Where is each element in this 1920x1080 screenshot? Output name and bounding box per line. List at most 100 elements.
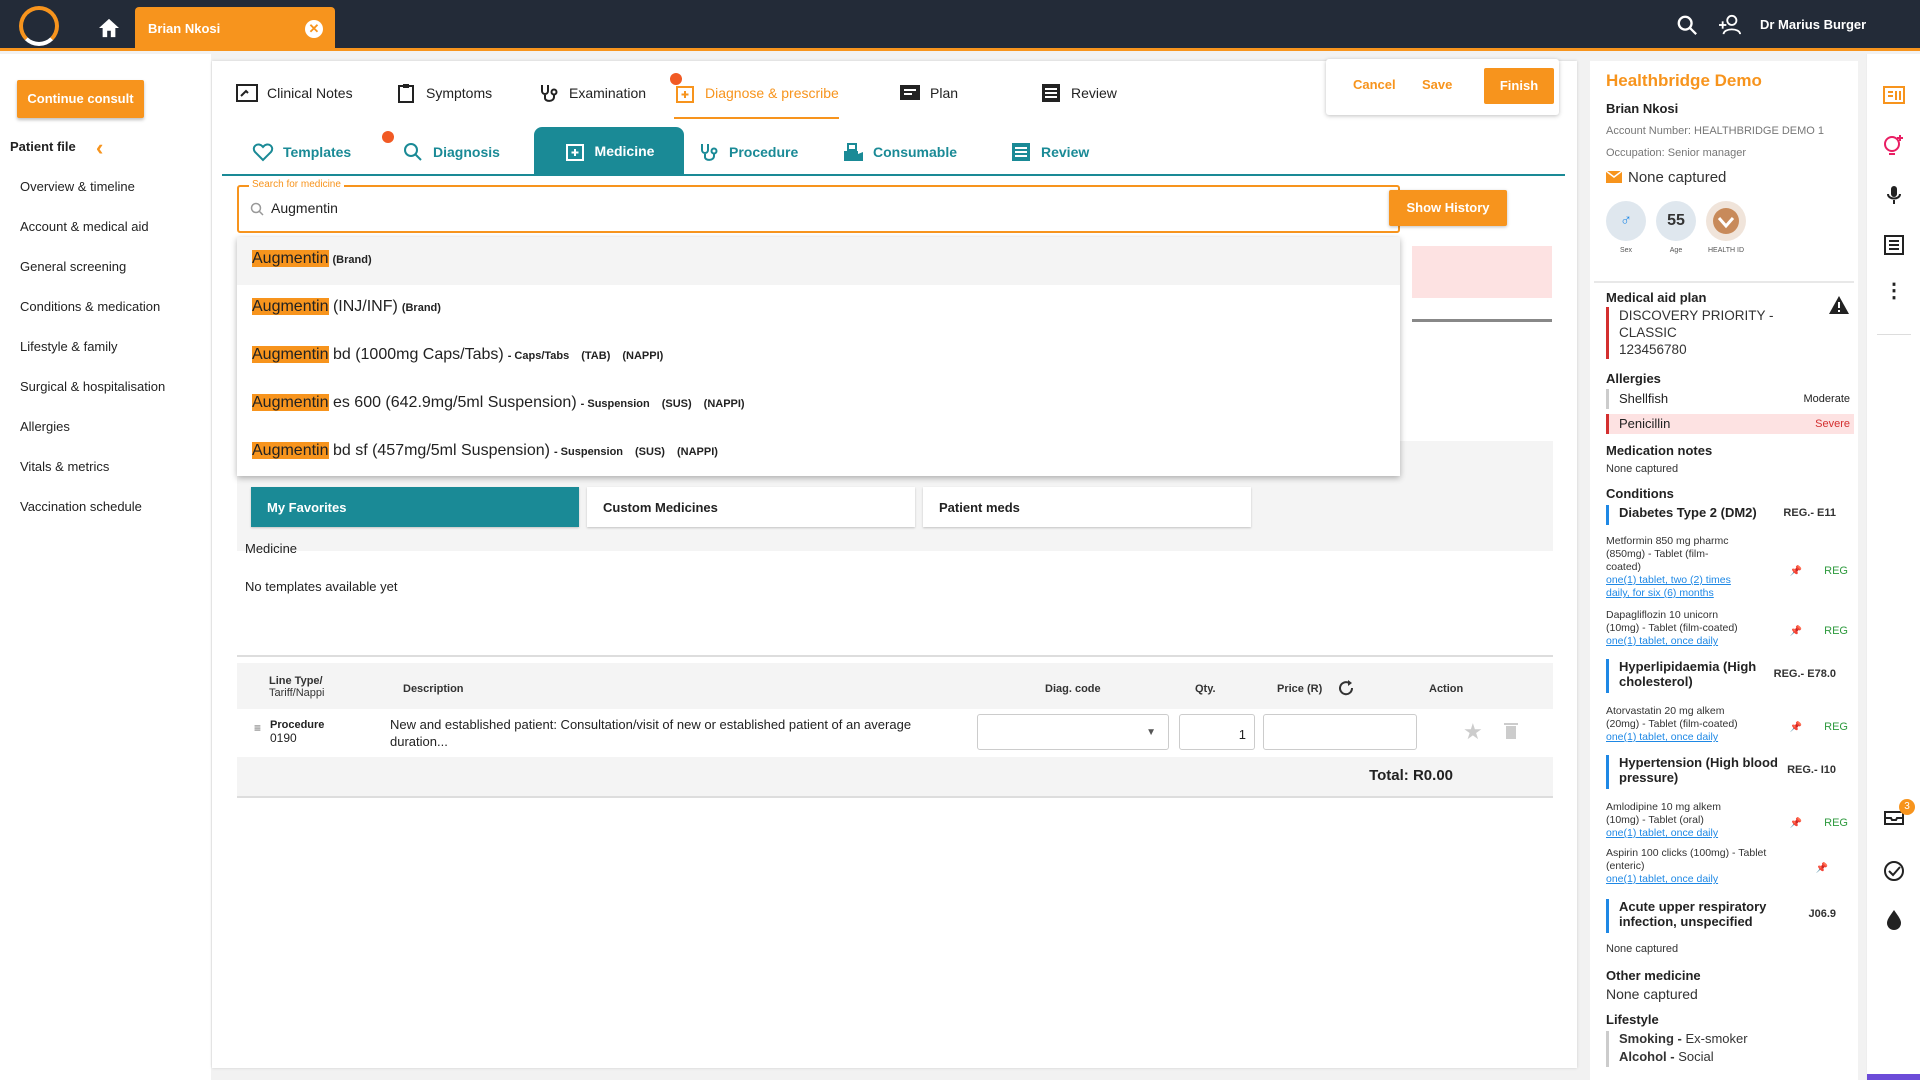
home-icon[interactable] xyxy=(98,18,120,38)
suggestion-item[interactable]: Augmentin (INJ/INF) (Brand) xyxy=(237,285,1400,333)
insights-icon[interactable] xyxy=(1883,134,1905,156)
empty-message: No templates available yet xyxy=(245,579,398,594)
search-icon[interactable] xyxy=(1676,14,1698,36)
finish-button[interactable]: Finish xyxy=(1484,68,1554,104)
suggestion-item[interactable]: Augmentin es 600 (642.9mg/5ml Suspension… xyxy=(237,381,1400,429)
tab-my-favorites[interactable]: My Favorites xyxy=(251,487,579,527)
tab-label: Templates xyxy=(283,144,352,160)
tab-templates[interactable]: Templates xyxy=(252,142,351,162)
tab-diagnose-prescribe[interactable]: Diagnose & prescribe xyxy=(674,83,839,119)
reg-badge: REG xyxy=(1824,721,1848,733)
medication-item: Atorvastatin 20 mg alkem (20mg) - Tablet … xyxy=(1606,705,1738,743)
pin-icon[interactable]: 📌 xyxy=(1790,818,1802,829)
sidebar-item-surgical[interactable]: Surgical & hospitalisation xyxy=(20,379,165,394)
medicine-search-field[interactable]: Search for medicine xyxy=(237,179,1400,233)
suggestion-item[interactable]: Augmentin bd sf (457mg/5ml Suspension) - … xyxy=(237,429,1400,477)
chevron-down-icon: ▼ xyxy=(1146,727,1156,738)
plan-icon xyxy=(900,85,920,100)
patient-card-icon[interactable] xyxy=(1883,84,1905,106)
collapse-chevron-icon[interactable]: ‹ xyxy=(96,135,103,161)
med-notes-title: Medication notes xyxy=(1606,443,1713,458)
favorites-list: Medicine No templates available yet xyxy=(237,541,1553,657)
tab-symptoms[interactable]: Symptoms xyxy=(395,83,492,103)
medication-item: Amlodipine 10 mg alkem (10mg) - Tablet (o… xyxy=(1606,801,1721,839)
show-history-button[interactable]: Show History xyxy=(1389,190,1507,226)
search-icon xyxy=(250,202,264,216)
price-input[interactable] xyxy=(1263,714,1417,750)
sidebar-item-vaccination[interactable]: Vaccination schedule xyxy=(20,499,142,514)
diag-code-select[interactable]: ▼ xyxy=(977,714,1169,750)
other-medicine-value: None captured xyxy=(1606,986,1698,1002)
warning-icon[interactable] xyxy=(1828,295,1850,315)
conditions-title: Conditions xyxy=(1606,486,1674,501)
medicine-search-input[interactable] xyxy=(271,200,1171,216)
sidebar-item-allergies[interactable]: Allergies xyxy=(20,419,70,434)
drag-handle-icon[interactable]: ≡ xyxy=(254,721,261,735)
refresh-icon[interactable] xyxy=(1337,679,1355,697)
tab-patient-meds[interactable]: Patient meds xyxy=(923,487,1251,527)
tab-consumable[interactable]: Consumable xyxy=(842,142,957,162)
sidebar-item-account[interactable]: Account & medical aid xyxy=(20,219,149,234)
save-button[interactable]: Save xyxy=(1422,77,1452,92)
patient-tab[interactable]: Brian Nkosi ✕ xyxy=(135,7,335,51)
pin-icon[interactable]: 📌 xyxy=(1816,863,1828,874)
tab-procedure[interactable]: Procedure xyxy=(698,142,798,162)
medication-item: Dapagliflozin 10 unicorn (10mg) - Tablet … xyxy=(1606,609,1738,647)
sidebar-item-lifestyle[interactable]: Lifestyle & family xyxy=(20,339,118,354)
tab-diagnosis[interactable]: Diagnosis xyxy=(402,142,500,162)
medical-aid-bar xyxy=(1606,307,1609,359)
tab-custom-medicines[interactable]: Custom Medicines xyxy=(587,487,915,527)
practice-name: Healthbridge Demo xyxy=(1606,71,1762,90)
pin-icon[interactable]: 📌 xyxy=(1790,566,1802,577)
star-icon[interactable]: ★ xyxy=(1463,719,1483,745)
col-diag-code: Diag. code xyxy=(1045,683,1101,695)
condition-item: Hyperlipidaemia (High cholesterol) REG.- … xyxy=(1606,659,1846,693)
divider xyxy=(1877,334,1911,335)
quantity-input[interactable]: 1 xyxy=(1179,714,1255,750)
patient-summary-panel: Healthbridge Demo Brian Nkosi Account Nu… xyxy=(1590,61,1858,1080)
help-button[interactable] xyxy=(1867,1074,1920,1080)
top-bar: Brian Nkosi ✕ Dr Marius Burger xyxy=(0,0,1920,51)
tab-subreview[interactable]: Review xyxy=(1010,142,1089,162)
list-icon xyxy=(1042,84,1060,102)
tab-examination[interactable]: Examination xyxy=(538,83,646,103)
suggestion-item[interactable]: Augmentin bd (1000mg Caps/Tabs) - Caps/Ta… xyxy=(237,333,1400,381)
health-id-icon[interactable] xyxy=(1706,201,1746,241)
list-icon xyxy=(1012,143,1030,161)
continue-consult-button[interactable]: Continue consult xyxy=(17,80,144,118)
sidebar-item-overview[interactable]: Overview & timeline xyxy=(20,179,135,194)
medicine-bag-icon xyxy=(676,86,694,103)
app-logo[interactable] xyxy=(19,6,59,46)
trash-icon[interactable] xyxy=(1504,722,1518,740)
clipboard-icon xyxy=(398,84,414,103)
sidebar-item-vitals[interactable]: Vitals & metrics xyxy=(20,459,109,474)
tab-clinical-notes[interactable]: Clinical Notes xyxy=(236,83,353,103)
suggestion-item[interactable]: Augmentin (Brand) xyxy=(237,237,1400,285)
tab-label: Symptoms xyxy=(426,85,493,101)
sidebar-item-screening[interactable]: General screening xyxy=(20,259,126,274)
cancel-button[interactable]: Cancel xyxy=(1353,77,1396,92)
tab-medicine[interactable]: Medicine xyxy=(534,127,684,174)
list-icon[interactable] xyxy=(1883,234,1905,256)
microphone-icon[interactable] xyxy=(1883,184,1905,206)
reg-badge: REG xyxy=(1824,817,1848,829)
patient-tab-label: Brian Nkosi xyxy=(148,21,221,36)
more-options-icon[interactable]: ⋮ xyxy=(1883,280,1905,302)
sidebar-item-conditions[interactable]: Conditions & medication xyxy=(20,299,160,314)
tab-plan[interactable]: Plan xyxy=(899,83,958,103)
drop-icon[interactable] xyxy=(1883,908,1905,930)
table-row: ≡ Procedure 0190 New and established pati… xyxy=(237,709,1553,757)
pin-icon[interactable]: 📌 xyxy=(1790,722,1802,733)
user-name[interactable]: Dr Marius Burger xyxy=(1760,17,1866,32)
tab-review[interactable]: Review xyxy=(1040,83,1117,103)
medicine-column-label: Medicine xyxy=(245,541,298,556)
description-cell: New and established patient: Consultatio… xyxy=(390,717,912,749)
condition-none: None captured xyxy=(1606,943,1679,955)
add-user-icon[interactable] xyxy=(1718,14,1742,36)
info-card xyxy=(1412,319,1552,429)
tab-label: Consumable xyxy=(873,144,958,160)
stethoscope-icon xyxy=(541,85,558,102)
check-circle-icon[interactable] xyxy=(1883,860,1905,882)
pin-icon[interactable]: 📌 xyxy=(1790,626,1802,637)
close-icon[interactable]: ✕ xyxy=(305,20,323,38)
